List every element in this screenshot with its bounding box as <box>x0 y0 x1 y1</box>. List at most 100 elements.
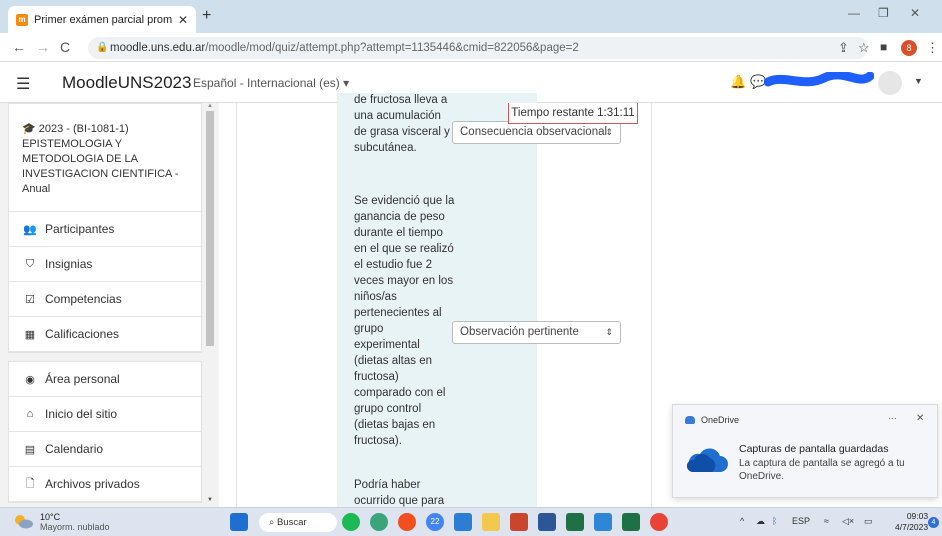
text-line: fructosa) <box>354 371 399 383</box>
text-line: el estudio fue 2 <box>354 259 433 271</box>
home-icon: ⌂ <box>26 408 34 420</box>
select-value: Observación pertinente <box>460 326 579 338</box>
windows-taskbar: 10°C Mayorm. nublado ⌕ Buscar 22 ^ ☁ ᛒ E… <box>0 507 942 536</box>
select-caret-icon: ⇕ <box>605 127 613 137</box>
app-globe-icon[interactable] <box>370 513 388 531</box>
scrollbar-thumb[interactable] <box>206 111 214 346</box>
url-field[interactable]: 🔒 moodle.uns.edu.ar/moodle/mod/quiz/attem… <box>88 37 868 59</box>
weather-cloud-sun-icon <box>15 515 33 529</box>
clock[interactable]: 09:03 4/7/2023 <box>895 511 928 533</box>
close-window-icon[interactable]: ✕ <box>910 6 920 20</box>
new-tab-button[interactable]: + <box>202 7 211 25</box>
notification-app-name: OneDrive <box>701 415 740 425</box>
minimize-icon[interactable]: — <box>848 6 860 20</box>
chrome-active-icon[interactable] <box>650 513 668 531</box>
word-icon[interactable] <box>538 513 556 531</box>
course-nav-card: 🎓 2023 - (BI-1081-1) EPISTEMOLOGIA Y MET… <box>8 103 202 353</box>
answer-select-1[interactable]: Consecuencia observacional ⇕ <box>452 121 621 144</box>
store-icon[interactable] <box>454 513 472 531</box>
opera-icon[interactable] <box>398 513 416 531</box>
text-line: pertenecientes al <box>354 307 442 319</box>
sidebar-item-label: Inicio del sitio <box>45 407 118 421</box>
input-language[interactable]: ESP <box>792 516 810 526</box>
sidebar-item-participantes[interactable]: 👥 Participantes <box>9 212 201 247</box>
sidebar-item-inicio[interactable]: ⌂ Inicio del sitio <box>9 397 201 432</box>
tray-chevron-icon[interactable]: ^ <box>740 516 744 526</box>
text-line: una acumulación <box>354 110 441 122</box>
graduation-cap-icon: 🎓 <box>22 123 36 135</box>
weather-widget[interactable]: 10°C Mayorm. nublado <box>40 512 110 532</box>
question-text-1: de fructosa lleva a una acumulación de g… <box>354 92 464 156</box>
calculator-icon[interactable] <box>594 513 612 531</box>
language-selector[interactable]: Español - Internacional (es) ▾ <box>193 76 349 90</box>
select-value: Consecuencia observacional <box>460 126 608 138</box>
share-icon[interactable]: ⇪ <box>838 40 849 56</box>
course-sidebar: 🎓 2023 - (BI-1081-1) EPISTEMOLOGIA Y MET… <box>0 103 219 507</box>
sidebar-item-label: Archivos privados <box>45 477 140 491</box>
scroll-up-icon[interactable]: ▲ <box>207 103 213 109</box>
question-text-3: Podría haber ocurrido que para <box>354 477 464 509</box>
text-line: en el que se realizó <box>354 243 454 255</box>
tab-title: Primer exámen parcial promoción <box>34 13 172 26</box>
text-line: Podría haber <box>354 479 421 491</box>
text-line: fructosa). <box>354 435 402 447</box>
notification-body: La captura de pantalla se agregó a tu On… <box>739 458 905 482</box>
notifications-bell-icon[interactable]: 🔔 <box>730 74 746 90</box>
sidebar-item-calificaciones[interactable]: ▦ Calificaciones <box>9 317 201 352</box>
battery-icon[interactable]: ▭ <box>864 516 873 527</box>
user-avatar[interactable] <box>878 71 902 95</box>
sidebar-item-area-personal[interactable]: ◉ Área personal <box>9 362 201 397</box>
wifi-icon[interactable]: ≈ <box>824 516 829 526</box>
tray-cloud-icon[interactable]: ☁ <box>756 516 765 527</box>
browser-menu-icon[interactable]: ⋮ <box>926 40 939 56</box>
browser-tab[interactable]: m Primer exámen parcial promoción ✕ <box>8 6 196 33</box>
powerpoint-icon[interactable] <box>510 513 528 531</box>
course-name: 2023 - (BI-1081-1) EPISTEMOLOGIA Y METOD… <box>22 123 179 195</box>
select-caret-icon: ⇕ <box>605 327 613 337</box>
sidebar-item-archivos[interactable]: 🗋 Archivos privados <box>9 467 201 502</box>
sidebar-item-label: Calendario <box>45 442 104 456</box>
bookmark-star-icon[interactable]: ☆ <box>858 40 870 56</box>
weather-desc: Mayorm. nublado <box>40 522 110 532</box>
date: 4/7/2023 <box>895 522 929 532</box>
scroll-down-icon[interactable]: ▼ <box>207 497 213 503</box>
chrome-icon[interactable]: 22 <box>426 513 444 531</box>
more-options-icon[interactable]: ··· <box>888 413 897 423</box>
close-notification-icon[interactable]: ✕ <box>916 413 924 424</box>
excel-icon[interactable] <box>566 513 584 531</box>
restore-icon[interactable]: ❐ <box>878 6 889 20</box>
taskbar-search[interactable]: ⌕ Buscar <box>259 513 337 532</box>
volume-icon[interactable]: ◁× <box>842 516 854 527</box>
url-host: moodle.uns.edu.ar <box>110 42 206 54</box>
sidepanel-icon[interactable]: ■ <box>880 40 887 54</box>
sidebar-item-insignias[interactable]: ⛉ Insignias <box>9 247 201 282</box>
close-tab-icon[interactable]: ✕ <box>178 13 188 27</box>
onedrive-notification[interactable]: OneDrive ··· ✕ Capturas de pantalla guar… <box>672 404 938 498</box>
spotify-icon[interactable] <box>342 513 360 531</box>
site-nav-card: ◉ Área personal ⌂ Inicio del sitio ▤ Cal… <box>8 361 202 503</box>
sidebar-scrollbar[interactable]: ▲ ▼ <box>204 103 216 507</box>
answer-select-2[interactable]: Observación pertinente ⇕ <box>452 321 621 344</box>
sidebar-item-competencias[interactable]: ☑ Competencias <box>9 282 201 317</box>
sidebar-item-calendario[interactable]: ▤ Calendario <box>9 432 201 467</box>
file-icon: 🗋 <box>25 477 35 490</box>
spreadsheet-icon[interactable] <box>622 513 640 531</box>
profile-avatar[interactable]: 8 <box>901 40 917 56</box>
start-windows-icon[interactable] <box>230 513 248 531</box>
url-path: /moodle/mod/quiz/attempt.php?attempt=113… <box>205 42 579 54</box>
notification-count-badge[interactable]: 4 <box>928 517 939 528</box>
forward-icon[interactable]: → <box>36 39 50 55</box>
file-explorer-icon[interactable] <box>482 513 500 531</box>
time: 09:03 <box>906 511 929 521</box>
onedrive-app-icon <box>685 416 695 424</box>
text-line: grupo control <box>354 403 422 415</box>
redacted-username-scribble <box>764 72 874 87</box>
site-name[interactable]: MoodleUNS2023 <box>62 73 191 93</box>
course-link[interactable]: 🎓 2023 - (BI-1081-1) EPISTEMOLOGIA Y MET… <box>9 104 201 212</box>
back-icon[interactable]: ← <box>12 39 26 55</box>
user-menu-caret-icon[interactable]: ▼ <box>914 76 923 86</box>
text-line: veces mayor en los <box>354 275 454 287</box>
reload-icon[interactable]: C <box>60 39 70 55</box>
bluetooth-icon[interactable]: ᛒ <box>772 516 777 526</box>
hamburger-menu-icon[interactable]: ☰ <box>16 74 30 94</box>
